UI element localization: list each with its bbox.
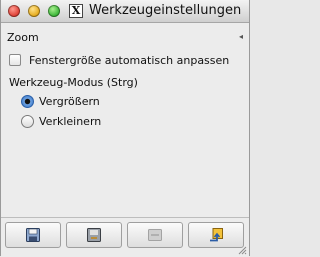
section-header[interactable]: Zoom ◂: [1, 29, 249, 47]
zoom-button[interactable]: [48, 5, 60, 17]
auto-resize-label[interactable]: Fenstergröße automatisch anpassen: [29, 54, 229, 67]
close-button[interactable]: [8, 5, 20, 17]
auto-resize-checkbox[interactable]: [9, 54, 21, 66]
delete-icon: [148, 229, 162, 241]
reset-options-button[interactable]: [188, 222, 244, 248]
tool-options-window: X Werkzeugeinstellungen Zoom ◂ Fenstergr…: [0, 0, 250, 257]
title-bar[interactable]: X Werkzeugeinstellungen: [1, 0, 249, 23]
zoom-out-label[interactable]: Verkleinern: [39, 115, 101, 128]
zoom-in-label[interactable]: Vergrößern: [39, 95, 100, 108]
zoom-in-radio[interactable]: [21, 95, 34, 108]
zoom-out-radio[interactable]: [21, 115, 34, 128]
collapse-arrow-icon[interactable]: ◂: [239, 32, 243, 41]
section-title: Zoom: [7, 31, 39, 44]
minimize-button[interactable]: [28, 5, 40, 17]
bottom-toolbar: [1, 217, 249, 257]
save-icon: [26, 228, 40, 242]
delete-options-button[interactable]: [127, 222, 183, 248]
x11-icon: X: [69, 4, 83, 18]
resize-grip-icon[interactable]: [237, 245, 247, 255]
window-title: Werkzeugeinstellungen: [89, 3, 242, 18]
save-options-button[interactable]: [5, 222, 61, 248]
tool-mode-group-title: Werkzeug-Modus (Strg): [9, 76, 138, 89]
restore-options-button[interactable]: [66, 222, 122, 248]
restore-icon: [87, 228, 101, 242]
reset-icon: [210, 228, 223, 242]
